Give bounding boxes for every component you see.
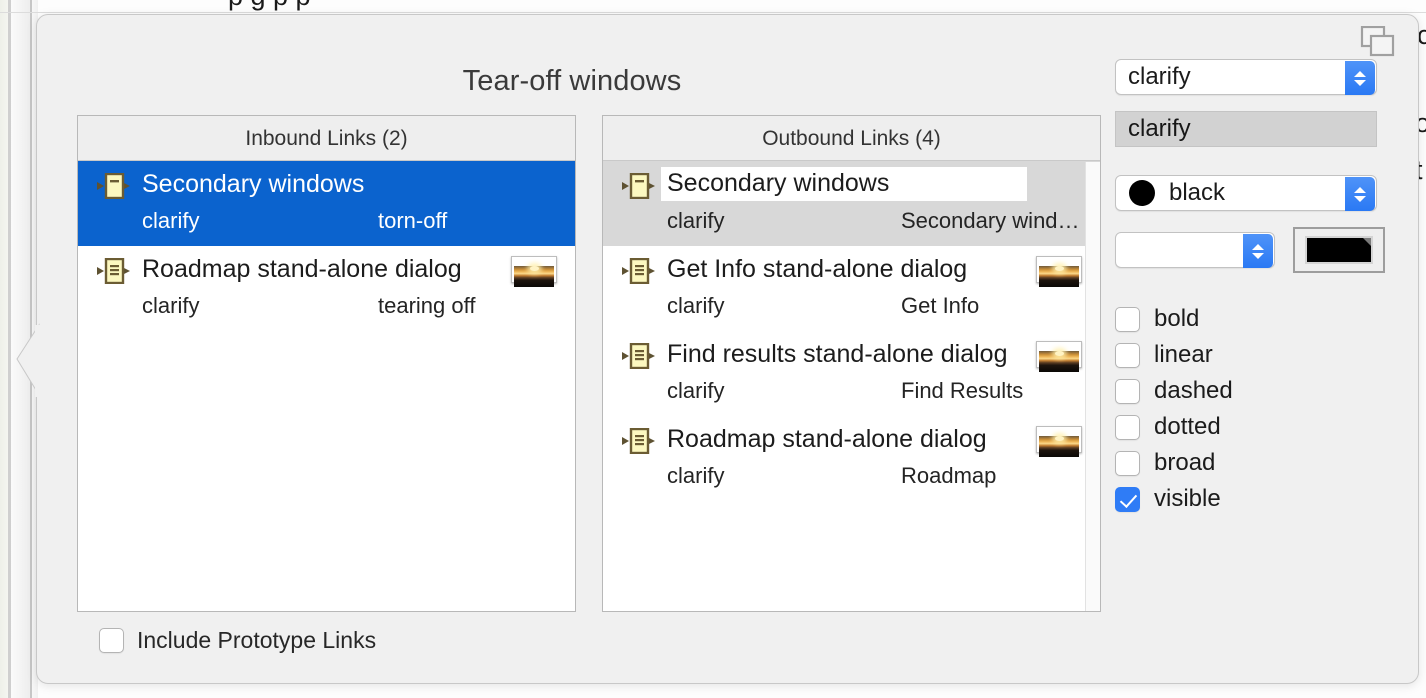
style-checkbox-linear[interactable] [1115,342,1140,368]
link-thumbnail-icon [1036,256,1082,287]
style-label-visible: visible [1154,485,1221,512]
link-target-label: tearing off [378,293,476,318]
link-multi-line-icon [622,428,655,454]
line-width-popup-button[interactable] [1115,232,1275,268]
style-checkbox-dotted[interactable] [1115,414,1140,440]
style-checkbox-bold[interactable] [1115,306,1140,332]
style-label-bold: bold [1154,305,1200,332]
popover-arrow [16,323,41,397]
line-style-swatch [1305,236,1373,264]
link-title: Roadmap stand-alone dialog [667,425,987,453]
screen: p g p p c lo t Tear-off windows Inbound … [0,0,1426,698]
link-source-label: clarify [667,378,725,403]
table-row[interactable]: Roadmap stand-alone dialog clarify tearing… [78,246,575,331]
style-option-dashed[interactable]: dashed [1115,373,1385,409]
table-row[interactable]: Roadmap stand-alone dialog clarify Roadmap [603,416,1100,501]
style-label-linear: linear [1154,341,1213,368]
link-color-stepper-icon[interactable] [1345,177,1375,211]
link-type-value: clarify [1128,63,1191,90]
link-title: Roadmap stand-alone dialog [142,255,462,283]
link-target-label: Roadmap [901,463,997,488]
link-multi-line-icon [622,343,655,369]
line-style-swatch-button[interactable] [1293,227,1385,273]
link-source-label: clarify [667,463,725,488]
link-color-value: black [1169,179,1226,206]
style-option-dotted[interactable]: dotted [1115,409,1385,445]
link-flavor-value: clarify [1128,115,1191,142]
style-checkbox-visible[interactable] [1115,486,1140,512]
link-title: Secondary windows [142,170,365,198]
inbound-links-header: Inbound Links (2) [78,116,575,161]
link-single-line-icon [97,173,130,199]
inbound-links-list[interactable]: Secondary windows clarify torn-off Roadmap … [78,161,575,331]
link-style-checkbox-group: bold linear dashed dotted broad visible [1115,301,1385,517]
style-checkbox-broad[interactable] [1115,450,1140,476]
link-multi-line-icon [97,258,130,284]
table-row[interactable]: Secondary windows clarify Secondary wind… [603,161,1100,246]
link-title: Find results stand-alone dialog [667,340,1008,368]
inbound-links-panel: Inbound Links (2) Secondary windows clari… [77,115,576,612]
link-single-line-icon [622,173,655,199]
link-target-label: Find Results [901,378,1024,403]
link-title: Get Info stand-alone dialog [667,255,968,283]
tear-off-windows-icon[interactable] [1360,26,1396,58]
link-inspector: clarify clarify black bold linear dashed… [1115,59,1385,517]
link-target-label: Get Info [901,293,980,318]
style-option-linear[interactable]: linear [1115,337,1385,373]
style-label-dashed: dashed [1154,377,1233,404]
link-thumbnail-icon [511,256,557,287]
style-option-broad[interactable]: broad [1115,445,1385,481]
link-source-label: clarify [142,293,200,318]
table-row[interactable]: Secondary windows clarify torn-off [78,161,575,246]
link-type-stepper-icon[interactable] [1345,61,1375,95]
table-row[interactable]: Get Info stand-alone dialog clarify Get In… [603,246,1100,331]
outbound-links-list[interactable]: Secondary windows clarify Secondary wind… G… [603,161,1100,501]
link-thumbnail-icon [1036,426,1082,457]
include-prototype-links-label: Include Prototype Links [137,627,377,653]
link-source-label: clarify [667,293,725,318]
line-width-row [1115,227,1385,273]
tear-off-windows-popover: Tear-off windows Inbound Links (2) Secon… [16,14,1419,684]
background-rule [0,12,1426,13]
link-target-label: Secondary wind… [901,208,1080,233]
outbound-scrollbar[interactable] [1085,162,1100,611]
link-thumbnail-icon [1036,341,1082,372]
link-color-popup-button[interactable]: black [1115,175,1377,211]
outbound-links-panel: Outbound Links (4) Secondary windows clar… [602,115,1101,612]
link-type-popup-button[interactable]: clarify [1115,59,1377,95]
color-dot-icon [1129,180,1155,206]
style-option-visible[interactable]: visible [1115,481,1385,517]
table-row[interactable]: Find results stand-alone dialog clarify Fi… [603,331,1100,416]
link-title-edit-input[interactable]: Secondary windows [661,167,1027,201]
line-width-stepper-icon[interactable] [1243,234,1273,268]
style-label-dotted: dotted [1154,413,1221,440]
background-clipped-heading: p g p p [228,0,311,12]
link-target-label: torn-off [378,208,448,233]
link-flavor-field[interactable]: clarify [1115,111,1377,147]
outbound-links-header: Outbound Links (4) [603,116,1100,161]
link-source-label: clarify [667,208,725,233]
link-multi-line-icon [622,258,655,284]
include-prototype-links-checkbox[interactable] [99,628,124,653]
link-source-label: clarify [142,208,200,233]
style-checkbox-dashed[interactable] [1115,378,1140,404]
style-label-broad: broad [1154,449,1216,476]
style-option-bold[interactable]: bold [1115,301,1385,337]
page-title: Tear-off windows [462,65,682,97]
window-edge-outer [0,0,8,698]
include-prototype-links-row[interactable]: Include Prototype Links [99,627,376,654]
